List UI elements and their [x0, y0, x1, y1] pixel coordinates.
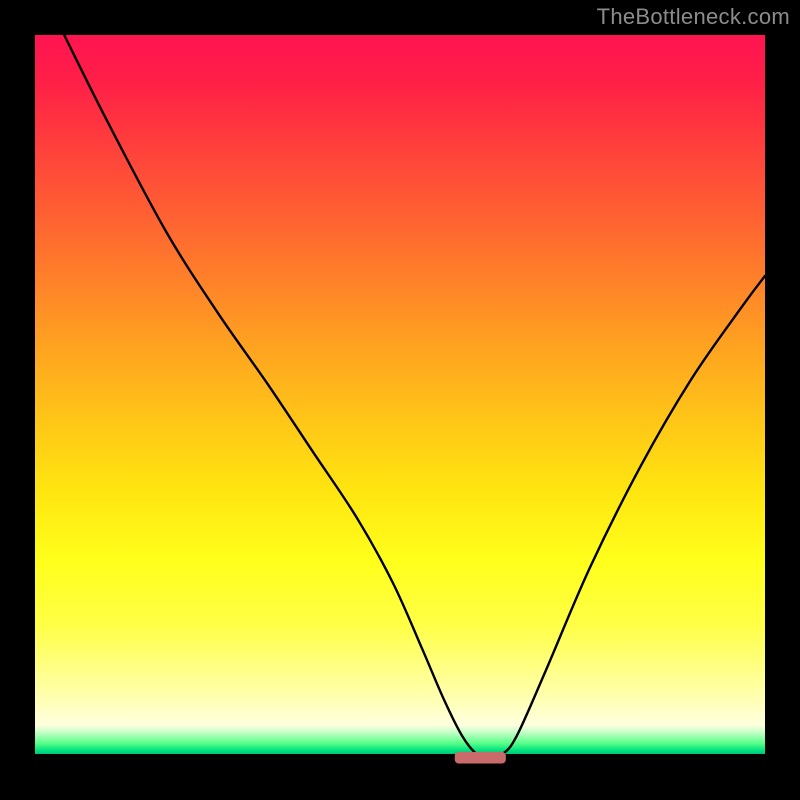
curve-svg [35, 35, 765, 765]
optimal-marker [455, 752, 506, 764]
plot-area [35, 35, 765, 765]
chart-container: TheBottleneck.com [0, 0, 800, 800]
watermark-text: TheBottleneck.com [597, 4, 790, 30]
bottleneck-curve [64, 35, 765, 756]
